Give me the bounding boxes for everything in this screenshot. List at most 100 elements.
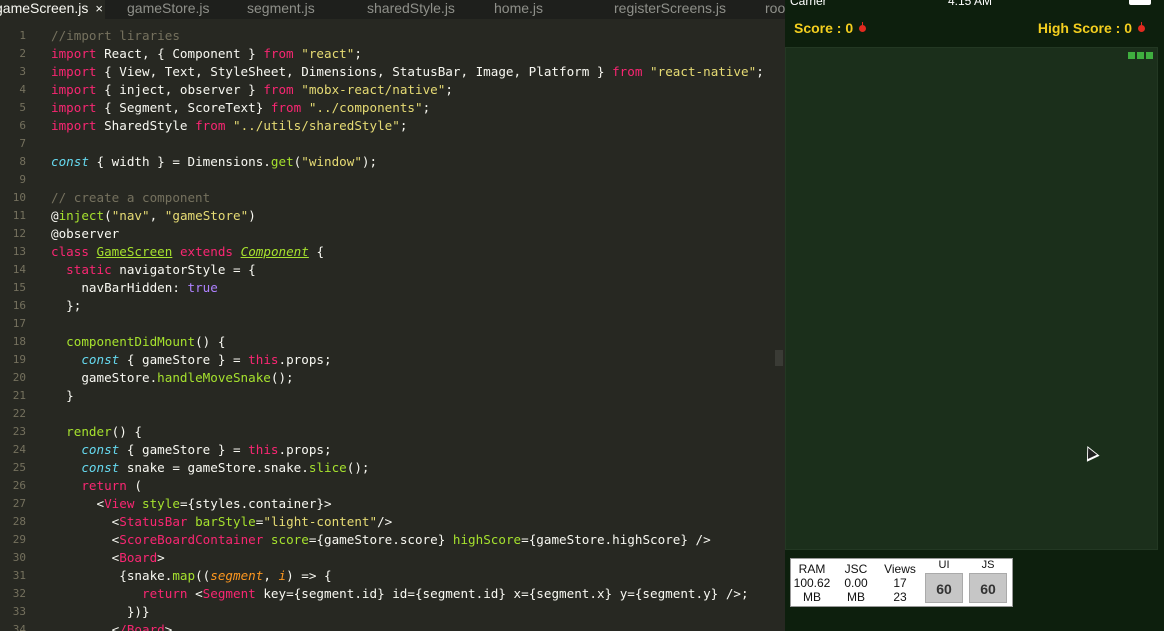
perf-monitor[interactable]: RAM 100.62 MB JSC 0.00 MB Views 17 23 UI… <box>790 558 1013 607</box>
code-line[interactable]: 7 <box>0 135 785 153</box>
line-source[interactable]: @inject("nav", "gameStore") <box>51 207 256 225</box>
line-source[interactable]: //import liraries <box>51 27 180 45</box>
line-source[interactable]: import SharedStyle from "../utils/shared… <box>51 117 407 135</box>
scrollbar-marker[interactable] <box>775 350 783 366</box>
line-number: 19 <box>12 353 26 366</box>
tab-gamescreen[interactable]: gameScreen.js × <box>0 0 105 19</box>
line-number: 27 <box>12 497 26 510</box>
line-source[interactable]: <StatusBar barStyle="light-content"/> <box>51 513 393 531</box>
code-line[interactable]: 5 import { Segment, ScoreText} from "../c… <box>0 99 785 117</box>
line-source[interactable]: return ( <box>51 477 142 495</box>
line-number: 17 <box>12 317 26 330</box>
line-source[interactable]: const snake = gameStore.snake.slice(); <box>51 459 369 477</box>
code-area[interactable]: 1 //import liraries 2 import React, { Compo… <box>0 27 785 631</box>
tab-registerscreens[interactable]: registerScreens.js <box>614 0 726 19</box>
code-line[interactable]: 13 class GameScreen extends Component { <box>0 243 785 261</box>
line-source[interactable]: import React, { Component } from "react"… <box>51 45 362 63</box>
close-icon[interactable]: × <box>95 1 103 16</box>
line-source[interactable]: <View style={styles.container}> <box>51 495 331 513</box>
code-line[interactable]: 27 <View style={styles.container}> <box>0 495 785 513</box>
line-source[interactable]: } <box>51 387 74 405</box>
tab-sharedstyle[interactable]: sharedStyle.js <box>367 0 455 19</box>
line-source[interactable]: <Board> <box>51 549 165 567</box>
code-line[interactable]: 25 const snake = gameStore.snake.slice()… <box>0 459 785 477</box>
line-number: 23 <box>12 425 26 438</box>
line-source[interactable]: return <Segment key={segment.id} id={seg… <box>51 585 749 603</box>
code-line[interactable]: 17 <box>0 315 785 333</box>
tab-overflow[interactable]: roo <box>765 0 785 19</box>
code-line[interactable]: 16 }; <box>0 297 785 315</box>
code-line[interactable]: 2 import React, { Component } from "react… <box>0 45 785 63</box>
line-source[interactable]: import { Segment, ScoreText} from "../co… <box>51 99 430 117</box>
code-line[interactable]: 1 //import liraries <box>0 27 785 45</box>
code-line[interactable]: 4 import { inject, observer } from "mobx-… <box>0 81 785 99</box>
code-line[interactable]: 14 static navigatorStyle = { <box>0 261 785 279</box>
tab-segment[interactable]: segment.js <box>247 0 315 19</box>
line-source[interactable]: </Board> <box>51 621 173 631</box>
line-source[interactable]: class GameScreen extends Component { <box>51 243 324 261</box>
line-source[interactable]: import { View, Text, StyleSheet, Dimensi… <box>51 63 764 81</box>
line-source[interactable]: navBarHidden: true <box>51 279 218 297</box>
code-line[interactable]: 34 </Board> <box>0 621 785 631</box>
line-source[interactable]: const { gameStore } = this.props; <box>51 441 331 459</box>
line-number: 24 <box>12 443 26 456</box>
perf-ui-value: 60 <box>925 573 963 603</box>
line-source[interactable]: static navigatorStyle = { <box>51 261 256 279</box>
code-line[interactable]: 28 <StatusBar barStyle="light-content"/> <box>0 513 785 531</box>
code-line[interactable]: 21 } <box>0 387 785 405</box>
code-line[interactable]: 18 componentDidMount() { <box>0 333 785 351</box>
code-line[interactable]: 29 <ScoreBoardContainer score={gameStore… <box>0 531 785 549</box>
line-source[interactable]: gameStore.handleMoveSnake(); <box>51 369 293 387</box>
tab-home[interactable]: home.js <box>494 0 543 19</box>
tab-label: segment.js <box>247 0 315 16</box>
line-source[interactable]: componentDidMount() { <box>51 333 225 351</box>
editor-tab-bar: gameScreen.js × gameStore.js segment.js s… <box>0 0 785 19</box>
code-line[interactable]: 32 return <Segment key={segment.id} id={… <box>0 585 785 603</box>
line-source[interactable]: const { gameStore } = this.props; <box>51 351 331 369</box>
code-line[interactable]: 33 })} <box>0 603 785 621</box>
tab-gamestore[interactable]: gameStore.js <box>127 0 209 19</box>
line-number: 33 <box>12 605 26 618</box>
perf-js-fps: JS 60 <box>969 559 1007 603</box>
line-number: 9 <box>19 173 26 186</box>
code-line[interactable]: 23 render() { <box>0 423 785 441</box>
line-source[interactable]: import { inject, observer } from "mobx-r… <box>51 81 453 99</box>
perf-jsc: JSC 0.00 MB <box>838 562 874 604</box>
line-source[interactable]: {snake.map((segment, i) => { <box>51 567 331 585</box>
code-line[interactable]: 31 {snake.map((segment, i) => { <box>0 567 785 585</box>
code-line[interactable]: 20 gameStore.handleMoveSnake(); <box>0 369 785 387</box>
line-source[interactable]: <ScoreBoardContainer score={gameStore.sc… <box>51 531 711 549</box>
tab-label: home.js <box>494 0 544 16</box>
code-line[interactable]: 26 return ( <box>0 477 785 495</box>
perf-ram-value: 100.62 <box>793 576 831 590</box>
code-line[interactable]: 10 // create a component <box>0 189 785 207</box>
code-line[interactable]: 30 <Board> <box>0 549 785 567</box>
game-board[interactable] <box>785 47 1158 550</box>
perf-js-value: 60 <box>969 573 1007 603</box>
line-source[interactable]: // create a component <box>51 189 210 207</box>
code-line[interactable]: 24 const { gameStore } = this.props; <box>0 441 785 459</box>
line-source[interactable]: })} <box>51 603 150 621</box>
line-source[interactable]: }; <box>51 297 81 315</box>
code-line[interactable]: 15 navBarHidden: true <box>0 279 785 297</box>
code-line[interactable]: 8 const { width } = Dimensions.get("windo… <box>0 153 785 171</box>
apple-icon <box>859 22 867 32</box>
snake-segment <box>1128 52 1135 59</box>
code-line[interactable]: 9 <box>0 171 785 189</box>
code-editor[interactable]: gameScreen.js × gameStore.js segment.js s… <box>0 0 785 631</box>
tab-label: gameScreen.js <box>0 0 89 16</box>
perf-ram-unit: MB <box>803 590 821 604</box>
device-status-bar: Carrier 4:15 AM <box>785 0 1164 10</box>
line-source[interactable]: @observer <box>51 225 119 243</box>
code-line[interactable]: 22 <box>0 405 785 423</box>
line-source[interactable]: const { width } = Dimensions.get("window… <box>51 153 377 171</box>
code-line[interactable]: 6 import SharedStyle from "../utils/share… <box>0 117 785 135</box>
code-line[interactable]: 12 @observer <box>0 225 785 243</box>
line-source[interactable]: render() { <box>51 423 142 441</box>
tab-label: sharedStyle.js <box>367 0 455 16</box>
code-line[interactable]: 3 import { View, Text, StyleSheet, Dimens… <box>0 63 785 81</box>
code-line[interactable]: 11 @inject("nav", "gameStore") <box>0 207 785 225</box>
code-line[interactable]: 19 const { gameStore } = this.props; <box>0 351 785 369</box>
perf-jsc-unit: MB <box>847 590 865 604</box>
line-number: 8 <box>19 155 26 168</box>
